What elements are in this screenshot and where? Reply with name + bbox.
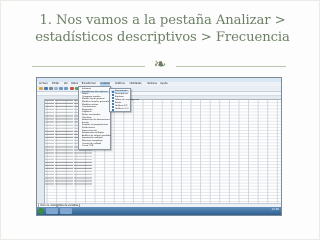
dialog-recall-icon[interactable] <box>54 87 58 90</box>
descriptives-submenu-label: Descriptivos <box>115 93 128 95</box>
descriptives-submenu-label: Razón <box>115 102 122 104</box>
undo-icon[interactable] <box>59 87 63 90</box>
taskbar-app-button[interactable] <box>60 208 72 214</box>
slide: 1. Nos vamos a la pestaña Analizar > est… <box>0 0 320 240</box>
print-icon[interactable] <box>49 87 53 90</box>
descriptives-submenu-item[interactable]: Gráficos Q-Q <box>111 108 129 111</box>
goto-case-icon[interactable] <box>70 87 74 90</box>
redo-icon[interactable] <box>64 87 68 90</box>
descriptives-submenu-label: Frecuencias <box>115 90 128 92</box>
data-column <box>45 99 54 185</box>
statistics-icon <box>111 108 114 111</box>
descriptives-submenu-label: Gráficos P-P <box>115 105 128 107</box>
divider-right <box>176 66 286 67</box>
descriptives-submenu: Frecuencias Descriptivos Explorar Tablas de… <box>109 88 139 112</box>
divider-left <box>32 66 145 67</box>
ornament-icon: ❧ <box>153 55 167 73</box>
analyze-menu: Informes Estadísticos descriptivos Tablas C… <box>78 86 114 150</box>
taskbar: 12:00 <box>37 207 281 215</box>
descriptives-submenu-label: Explorar <box>115 96 124 98</box>
data-column <box>55 99 64 185</box>
slide-title: 1. Nos vamos a la pestaña Analizar > est… <box>35 13 290 45</box>
taskbar-app-button[interactable] <box>46 208 58 214</box>
data-column <box>64 99 73 185</box>
clock: 12:00 <box>271 208 279 211</box>
analyze-menu-item[interactable]: Curva COR <box>80 145 109 148</box>
row-headers <box>37 96 45 203</box>
start-button[interactable] <box>38 208 44 214</box>
descriptives-submenu-label: Tablas de contingencia <box>115 99 139 101</box>
spss-screenshot: Archivo Editar Ver Datos Transformar Analizar… <box>36 77 282 216</box>
save-icon[interactable] <box>44 87 48 90</box>
open-icon[interactable] <box>39 87 43 90</box>
descriptives-submenu-label: Gráficos Q-Q <box>115 108 129 110</box>
